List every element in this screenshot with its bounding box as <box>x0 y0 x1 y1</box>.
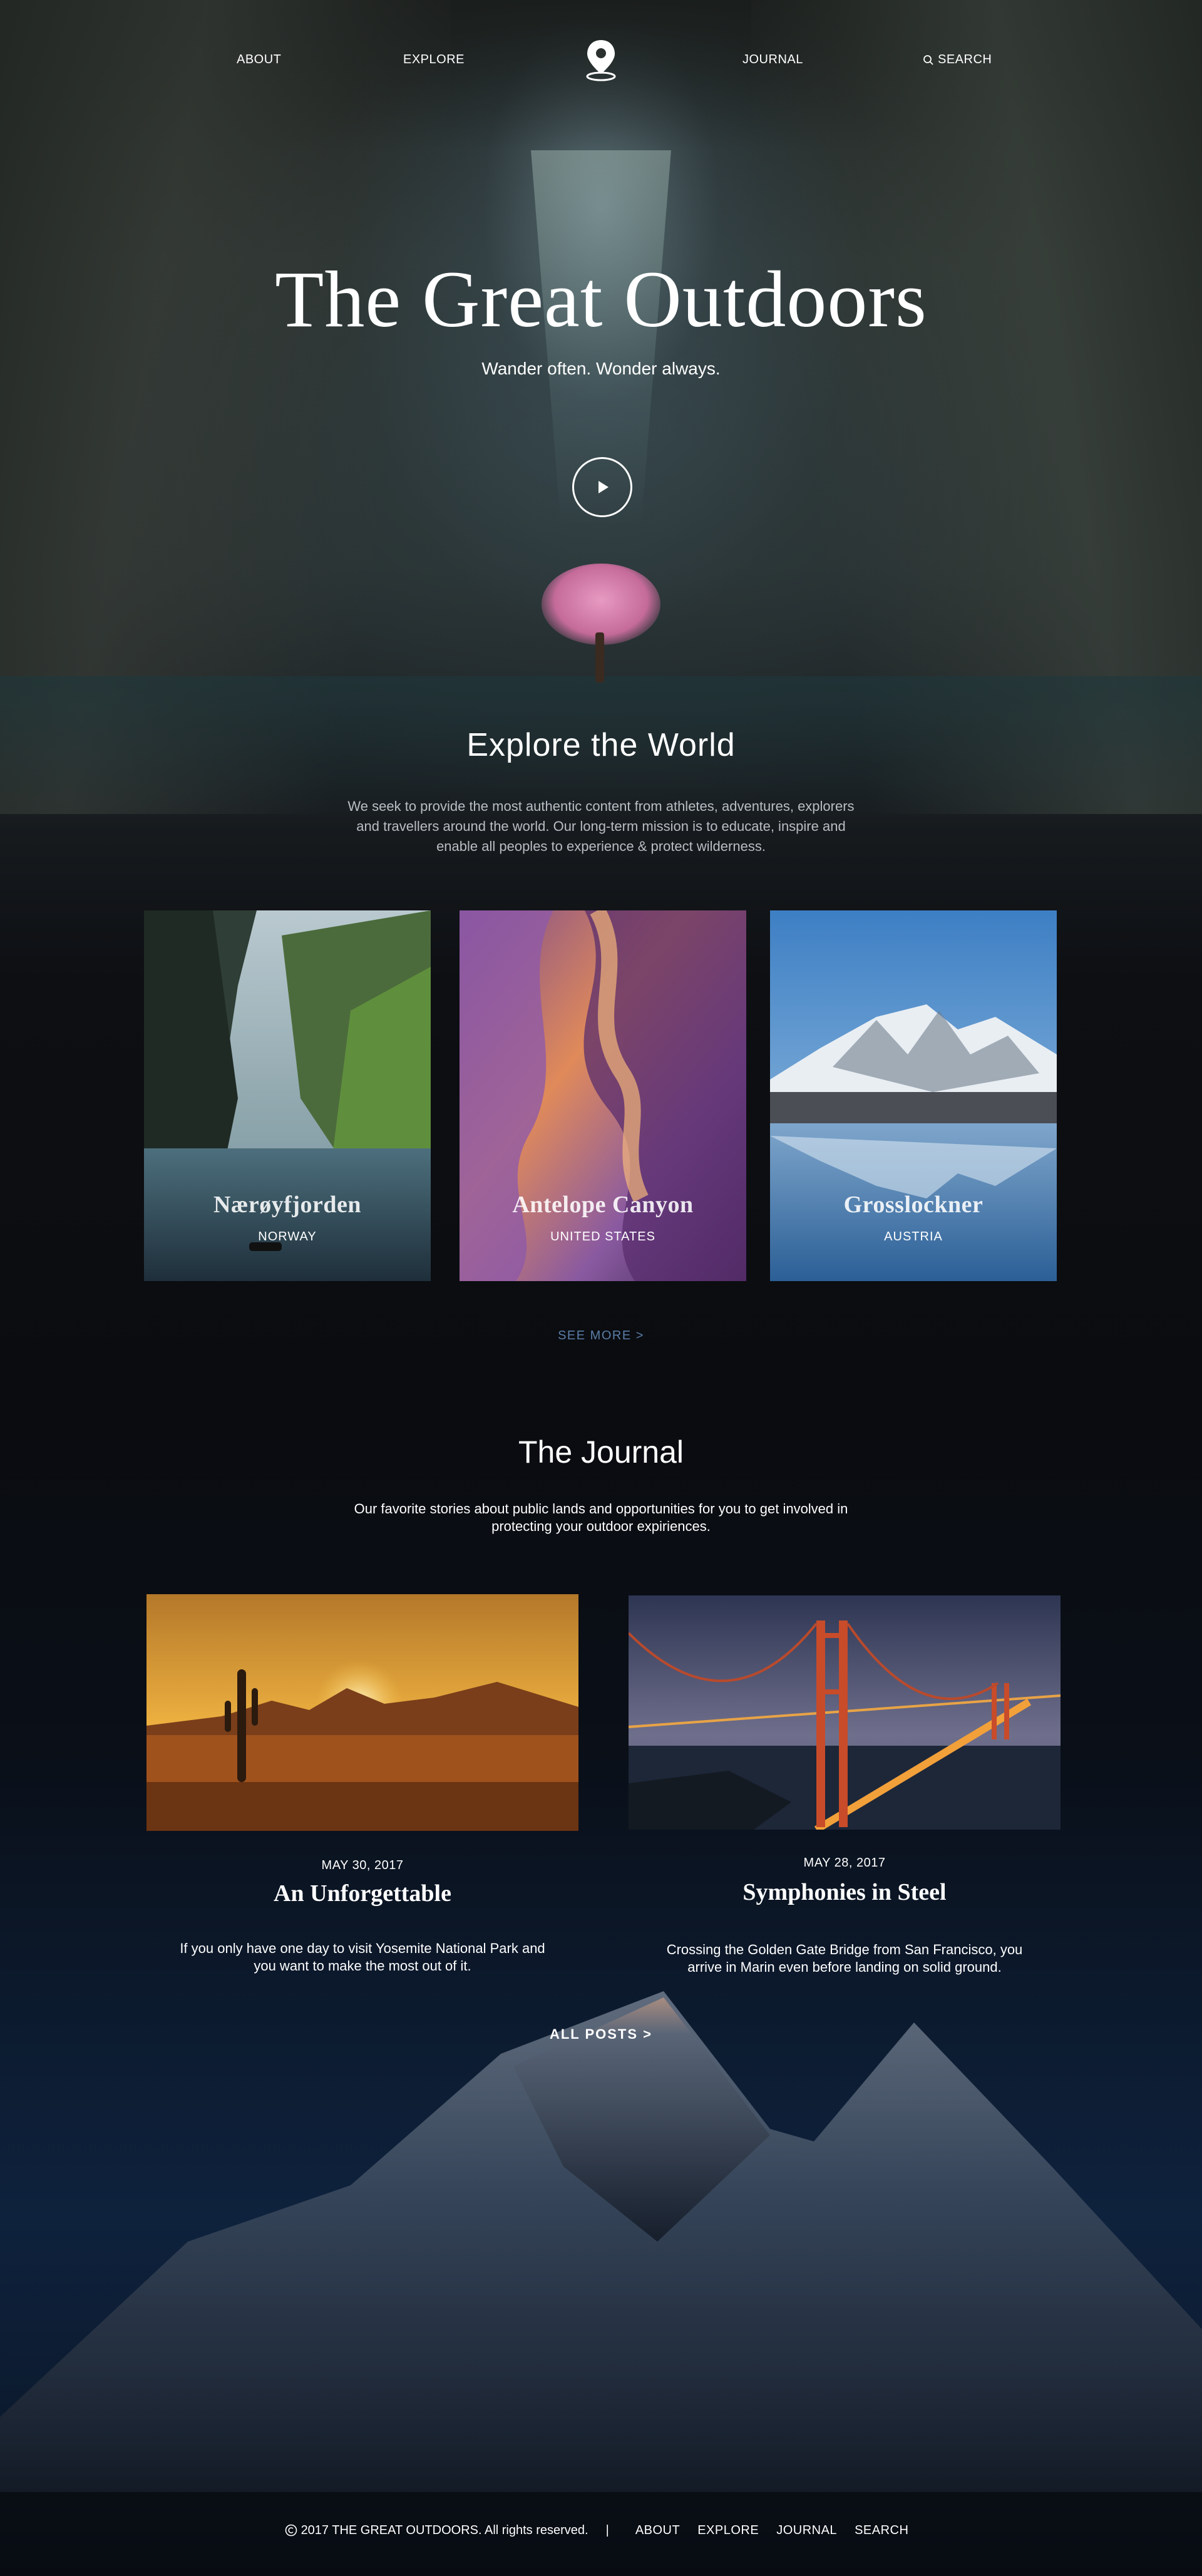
hero-subtitle: Wander often. Wonder always. <box>481 359 721 378</box>
post-image-graphic <box>629 1595 1061 1830</box>
post-image[interactable] <box>146 1594 578 1831</box>
play-video-button[interactable] <box>572 457 632 517</box>
destination-country: NORWAY <box>258 1230 317 1244</box>
nav-search-link[interactable]: SEARCH <box>923 53 992 67</box>
post-image[interactable] <box>629 1595 1061 1830</box>
main-nav: ABOUT EXPLORE JOURNAL SEARCH <box>0 38 1202 88</box>
destination-image <box>460 910 746 1281</box>
destination-card[interactable]: Nærøyfjorden NORWAY <box>144 910 431 1281</box>
destination-image <box>770 910 1057 1281</box>
nav-search-label: SEARCH <box>938 53 992 66</box>
all-posts-link[interactable]: ALL POSTS > <box>0 2026 1202 2043</box>
journal-post: MAY 30, 2017 An Unforgettable If you onl… <box>146 1594 578 1982</box>
explore-section-title: Explore the World <box>466 727 736 763</box>
footer-explore-link[interactable]: EXPLORE <box>697 2523 759 2538</box>
post-image-graphic <box>146 1594 578 1831</box>
hero-tree-image <box>542 564 660 689</box>
copyright-icon <box>285 2524 297 2537</box>
see-more-link[interactable]: SEE MORE > <box>0 1329 1202 1343</box>
explore-section-description: We seek to provide the most authentic co… <box>347 798 855 854</box>
footer-copyright-text: 2017 THE GREAT OUTDOORS. All rights rese… <box>300 2523 588 2537</box>
post-title[interactable]: An Unforgettable <box>146 1880 578 1907</box>
footer-search-link[interactable]: SEARCH <box>855 2523 908 2538</box>
post-excerpt: Crossing the Golden Gate Bridge from San… <box>666 1942 1023 1975</box>
destination-name: Grosslockner <box>843 1192 984 1218</box>
destination-country: UNITED STATES <box>550 1230 655 1244</box>
journal-section-title: The Journal <box>518 1435 684 1470</box>
search-icon <box>923 54 933 65</box>
destination-card[interactable]: Grosslockner AUSTRIA <box>770 910 1057 1281</box>
nav-journal-link[interactable]: JOURNAL <box>742 53 803 67</box>
destination-name: Nærøyfjorden <box>213 1192 362 1218</box>
footer-mountain-image <box>0 1991 1202 2576</box>
map-pin-icon[interactable] <box>581 38 621 83</box>
journal-section-description: Our favorite stories about public lands … <box>354 1501 848 1534</box>
post-date: MAY 30, 2017 <box>321 1858 404 1872</box>
post-date: MAY 28, 2017 <box>803 1856 886 1870</box>
nav-explore-link[interactable]: EXPLORE <box>403 53 465 67</box>
destination-image <box>144 910 431 1281</box>
destination-country: AUSTRIA <box>884 1230 943 1244</box>
footer-about-link[interactable]: ABOUT <box>635 2523 680 2538</box>
footer-copyright: 2017 THE GREAT OUTDOORS. All rights rese… <box>285 2523 588 2538</box>
post-title[interactable]: Symphonies in Steel <box>629 1878 1061 1906</box>
journal-post: MAY 28, 2017 Symphonies in Steel Crossin… <box>629 1594 1061 1982</box>
hero-title: The Great Outdoors <box>275 255 927 344</box>
footer: 2017 THE GREAT OUTDOORS. All rights rese… <box>0 2521 1202 2540</box>
play-icon <box>598 481 609 493</box>
destination-card[interactable]: Antelope Canyon UNITED STATES <box>460 910 746 1281</box>
destination-name: Antelope Canyon <box>512 1192 694 1218</box>
footer-journal-link[interactable]: JOURNAL <box>776 2523 837 2538</box>
post-excerpt: If you only have one day to visit Yosemi… <box>180 1940 545 1974</box>
footer-separator: | <box>605 2523 609 2537</box>
page: ABOUT EXPLORE JOURNAL SEARCH The Great O… <box>0 0 1202 2576</box>
nav-about-link[interactable]: ABOUT <box>237 53 281 67</box>
